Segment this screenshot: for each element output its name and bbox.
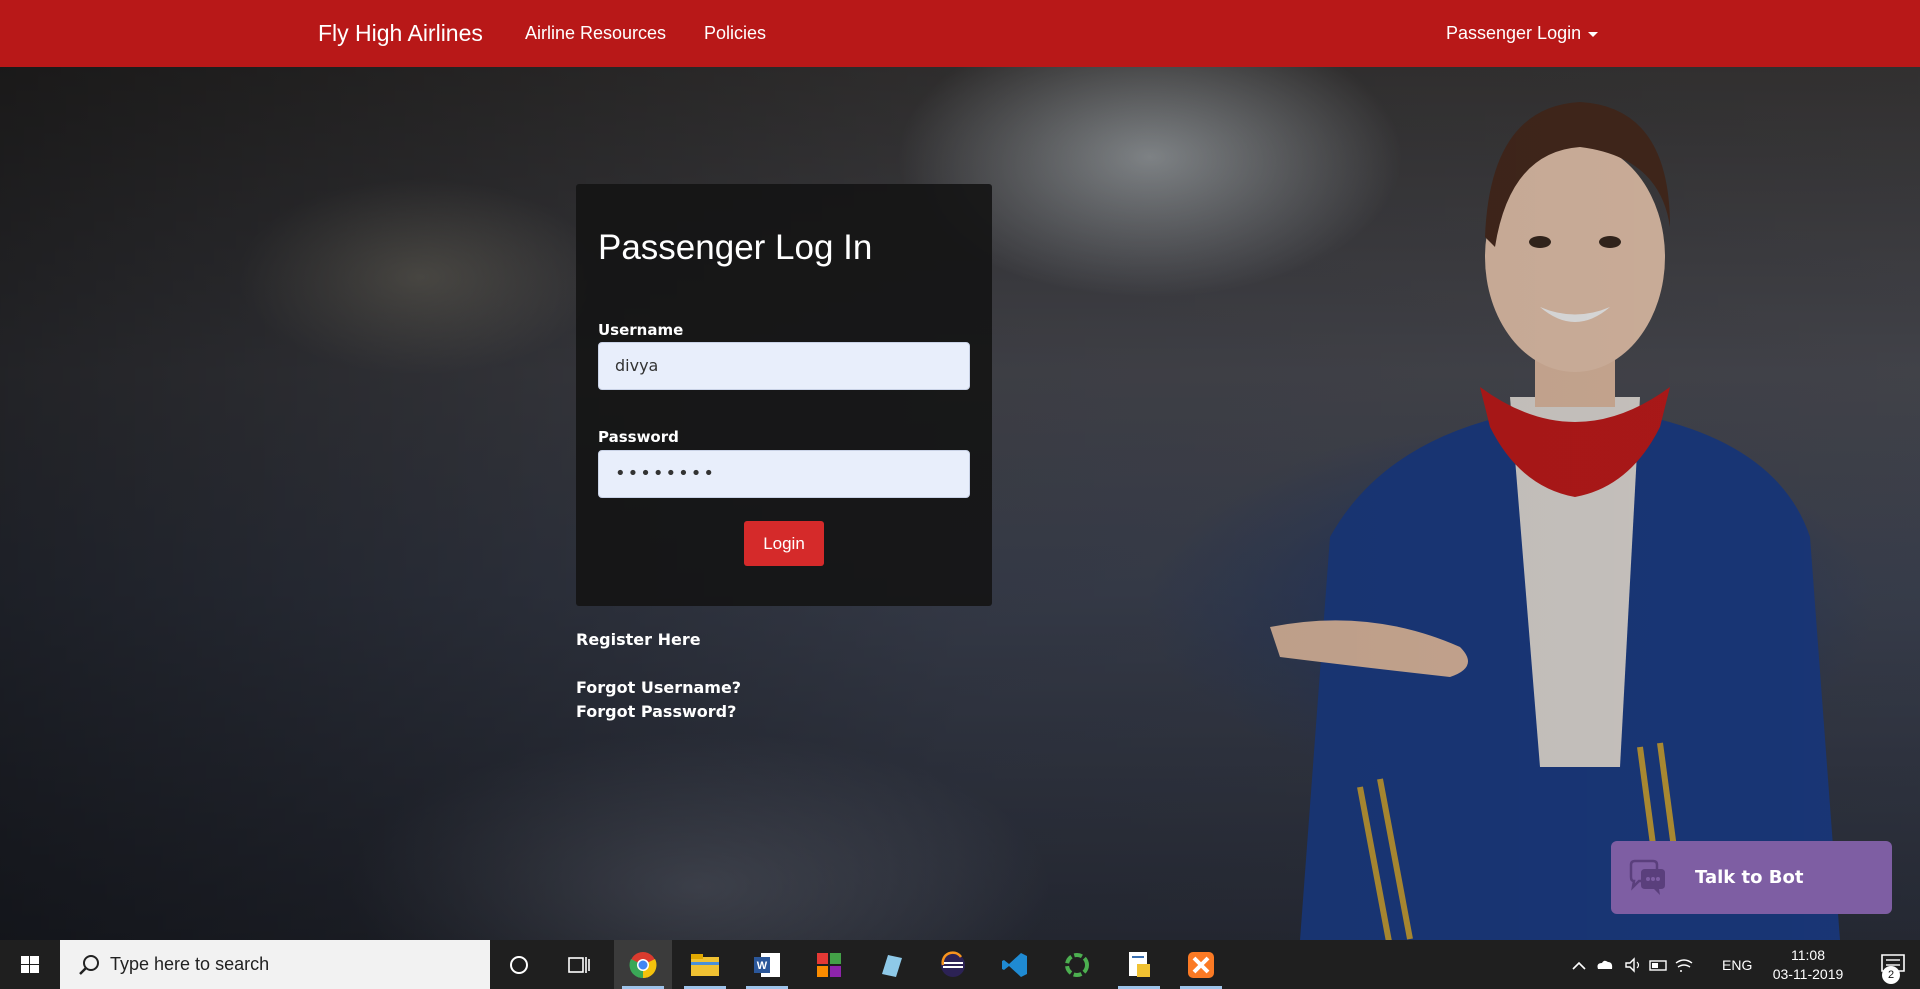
cortana-icon[interactable] bbox=[490, 940, 548, 989]
green-ring-icon bbox=[1065, 952, 1089, 977]
task-view-glyph-icon bbox=[568, 956, 590, 973]
xampp-icon[interactable] bbox=[1172, 940, 1230, 989]
vscode-logo-icon bbox=[1002, 952, 1027, 977]
login-title: Passenger Log In bbox=[598, 228, 873, 267]
nav-airline-resources[interactable]: Airline Resources bbox=[525, 0, 666, 67]
passenger-login-label: Passenger Login bbox=[1446, 23, 1582, 43]
password-label: Password bbox=[598, 428, 679, 446]
top-navbar: Fly High Airlines Airline Resources Poli… bbox=[0, 0, 1920, 67]
xampp-logo-icon bbox=[1188, 951, 1214, 978]
talk-to-bot-button[interactable]: Talk to Bot bbox=[1611, 841, 1892, 914]
word-icon[interactable]: W bbox=[738, 940, 796, 989]
register-link[interactable]: Register Here bbox=[576, 630, 701, 649]
clock-time: 11:08 bbox=[1791, 947, 1825, 963]
tray-glyphs bbox=[1572, 956, 1693, 973]
notepad-icon[interactable] bbox=[862, 940, 920, 989]
login-button[interactable]: Login bbox=[744, 521, 824, 566]
brand-link[interactable]: Fly High Airlines bbox=[318, 0, 483, 67]
search-icon bbox=[79, 955, 99, 975]
chat-bubbles-icon bbox=[1629, 859, 1665, 895]
clock-date: 03-11-2019 bbox=[1772, 966, 1844, 982]
python-file-icon[interactable] bbox=[1110, 940, 1168, 989]
language-indicator[interactable]: ENG bbox=[1722, 940, 1752, 989]
chrome-icon[interactable] bbox=[614, 940, 672, 989]
colored-grid-icon bbox=[817, 952, 841, 977]
windows-start-button[interactable] bbox=[0, 940, 60, 989]
svg-text:W: W bbox=[757, 960, 768, 972]
eclipse-icon[interactable] bbox=[924, 940, 982, 989]
clock[interactable]: 11:08 03-11-2019 bbox=[1768, 946, 1848, 984]
tray-icons bbox=[1570, 940, 1730, 989]
talk-to-bot-label: Talk to Bot bbox=[1695, 867, 1804, 888]
username-input[interactable]: divya bbox=[598, 342, 970, 390]
folder-icon bbox=[691, 953, 719, 976]
chrome-logo-icon bbox=[629, 951, 657, 978]
windows-logo-icon bbox=[21, 956, 39, 973]
username-label: Username bbox=[598, 321, 684, 339]
circle-app-icon[interactable] bbox=[1048, 940, 1106, 989]
file-explorer-icon[interactable] bbox=[676, 940, 734, 989]
app-grid-icon[interactable] bbox=[800, 940, 858, 989]
forgot-username-link[interactable]: Forgot Username? bbox=[576, 678, 741, 697]
word-logo-icon: W bbox=[754, 952, 780, 977]
task-view-icon[interactable] bbox=[550, 940, 608, 989]
notepad-glyph-icon bbox=[882, 954, 902, 977]
passenger-login-dropdown[interactable]: Passenger Login bbox=[1446, 0, 1599, 67]
vscode-icon[interactable] bbox=[986, 940, 1044, 989]
taskbar-search-box[interactable]: Type here to search bbox=[60, 940, 490, 989]
search-placeholder: Type here to search bbox=[110, 954, 270, 974]
script-file-icon bbox=[1129, 951, 1150, 977]
password-input[interactable]: •••••••• bbox=[598, 450, 970, 498]
windows-taskbar: Type here to search W ENG 11:08 03-11-20… bbox=[0, 940, 1920, 989]
caret-down-icon bbox=[1588, 31, 1599, 37]
forgot-password-link[interactable]: Forgot Password? bbox=[576, 702, 736, 721]
nav-policies[interactable]: Policies bbox=[704, 0, 766, 67]
eclipse-logo-icon bbox=[941, 950, 965, 977]
cortana-circle-icon bbox=[510, 955, 528, 974]
login-card: Passenger Log In Username divya Password… bbox=[576, 184, 992, 606]
notification-count-badge: 2 bbox=[1882, 966, 1900, 984]
